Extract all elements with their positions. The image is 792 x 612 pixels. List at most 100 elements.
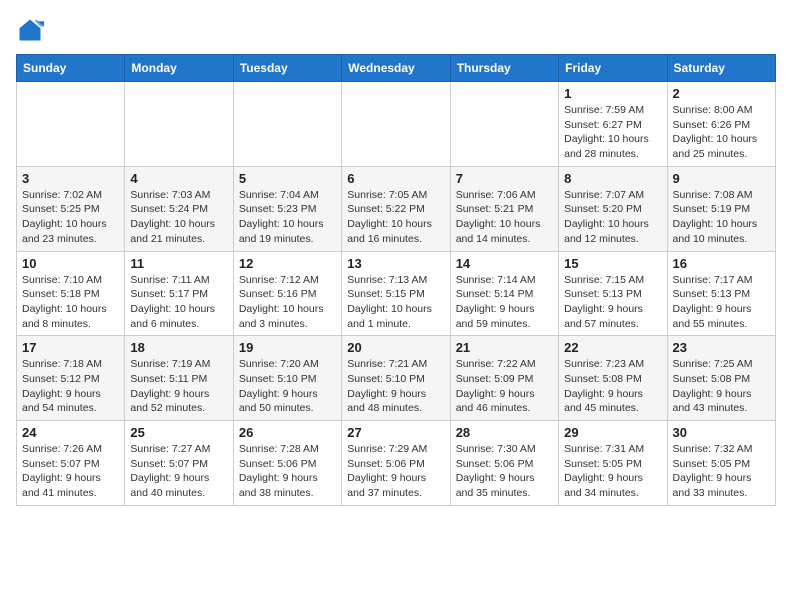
day-info: Sunrise: 7:15 AM Sunset: 5:13 PM Dayligh… xyxy=(564,273,661,332)
day-number: 27 xyxy=(347,425,444,440)
day-info: Sunrise: 7:17 AM Sunset: 5:13 PM Dayligh… xyxy=(673,273,770,332)
day-info: Sunrise: 7:59 AM Sunset: 6:27 PM Dayligh… xyxy=(564,103,661,162)
day-info: Sunrise: 7:30 AM Sunset: 5:06 PM Dayligh… xyxy=(456,442,553,501)
day-number: 19 xyxy=(239,340,336,355)
calendar-day-23: 23 Sunrise: 7:25 AM Sunset: 5:08 PM Dayli… xyxy=(667,336,775,421)
empty-day-cell xyxy=(17,82,125,167)
day-number: 25 xyxy=(130,425,227,440)
calendar-week-row: 24Sunrise: 7:26 AM Sunset: 5:07 PM Dayli… xyxy=(17,421,776,506)
day-info: Sunrise: 7:23 AM Sunset: 5:08 PM Dayligh… xyxy=(564,357,661,416)
day-number: 9 xyxy=(673,171,770,186)
day-info: Sunrise: 7:07 AM Sunset: 5:20 PM Dayligh… xyxy=(564,188,661,247)
empty-day-cell xyxy=(450,82,558,167)
weekday-header-saturday: Saturday xyxy=(667,55,775,82)
calendar-day-2: 2 Sunrise: 8:00 AM Sunset: 6:26 PM Daylig… xyxy=(667,82,775,167)
day-info: Sunrise: 7:20 AM Sunset: 5:10 PM Dayligh… xyxy=(239,357,336,416)
calendar-day-1: 1 Sunrise: 7:59 AM Sunset: 6:27 PM Daylig… xyxy=(559,82,667,167)
calendar-day-22: 22 Sunrise: 7:23 AM Sunset: 5:08 PM Dayli… xyxy=(559,336,667,421)
day-info: Sunrise: 7:02 AM Sunset: 5:25 PM Dayligh… xyxy=(22,188,119,247)
logo xyxy=(16,16,48,44)
day-number: 26 xyxy=(239,425,336,440)
day-info: Sunrise: 7:27 AM Sunset: 5:07 PM Dayligh… xyxy=(130,442,227,501)
day-number: 7 xyxy=(456,171,553,186)
day-number: 15 xyxy=(564,256,661,271)
day-number: 11 xyxy=(130,256,227,271)
calendar-day-15: 15 Sunrise: 7:15 AM Sunset: 5:13 PM Dayli… xyxy=(559,251,667,336)
calendar-day-28: 28 Sunrise: 7:30 AM Sunset: 5:06 PM Dayli… xyxy=(450,421,558,506)
logo-icon xyxy=(16,16,44,44)
calendar-day-6: 6 Sunrise: 7:05 AM Sunset: 5:22 PM Daylig… xyxy=(342,166,450,251)
calendar-day-16: 16 Sunrise: 7:17 AM Sunset: 5:13 PM Dayli… xyxy=(667,251,775,336)
day-info: Sunrise: 7:28 AM Sunset: 5:06 PM Dayligh… xyxy=(239,442,336,501)
calendar-day-7: 7 Sunrise: 7:06 AM Sunset: 5:21 PM Daylig… xyxy=(450,166,558,251)
day-info: Sunrise: 7:29 AM Sunset: 5:06 PM Dayligh… xyxy=(347,442,444,501)
calendar-day-30: 30 Sunrise: 7:32 AM Sunset: 5:05 PM Dayli… xyxy=(667,421,775,506)
day-info: Sunrise: 8:00 AM Sunset: 6:26 PM Dayligh… xyxy=(673,103,770,162)
day-info: Sunrise: 7:22 AM Sunset: 5:09 PM Dayligh… xyxy=(456,357,553,416)
day-number: 30 xyxy=(673,425,770,440)
day-info: Sunrise: 7:06 AM Sunset: 5:21 PM Dayligh… xyxy=(456,188,553,247)
day-info: Sunrise: 7:13 AM Sunset: 5:15 PM Dayligh… xyxy=(347,273,444,332)
calendar-day-5: 5Sunrise: 7:04 AM Sunset: 5:23 PM Daylig… xyxy=(233,166,341,251)
calendar-day-26: 26 Sunrise: 7:28 AM Sunset: 5:06 PM Dayli… xyxy=(233,421,341,506)
empty-day-cell xyxy=(233,82,341,167)
weekday-header-friday: Friday xyxy=(559,55,667,82)
day-info: Sunrise: 7:18 AM Sunset: 5:12 PM Dayligh… xyxy=(22,357,119,416)
calendar-day-18: 18Sunrise: 7:19 AM Sunset: 5:11 PM Dayli… xyxy=(125,336,233,421)
day-number: 12 xyxy=(239,256,336,271)
day-number: 28 xyxy=(456,425,553,440)
weekday-header-thursday: Thursday xyxy=(450,55,558,82)
empty-day-cell xyxy=(342,82,450,167)
calendar-day-24: 24Sunrise: 7:26 AM Sunset: 5:07 PM Dayli… xyxy=(17,421,125,506)
day-number: 21 xyxy=(456,340,553,355)
day-number: 6 xyxy=(347,171,444,186)
calendar-day-21: 21 Sunrise: 7:22 AM Sunset: 5:09 PM Dayli… xyxy=(450,336,558,421)
day-number: 5 xyxy=(239,171,336,186)
calendar-header-row: SundayMondayTuesdayWednesdayThursdayFrid… xyxy=(17,55,776,82)
day-number: 4 xyxy=(130,171,227,186)
day-number: 16 xyxy=(673,256,770,271)
calendar-day-3: 3Sunrise: 7:02 AM Sunset: 5:25 PM Daylig… xyxy=(17,166,125,251)
calendar-week-row: 3Sunrise: 7:02 AM Sunset: 5:25 PM Daylig… xyxy=(17,166,776,251)
calendar-day-12: 12 Sunrise: 7:12 AM Sunset: 5:16 PM Dayli… xyxy=(233,251,341,336)
day-info: Sunrise: 7:11 AM Sunset: 5:17 PM Dayligh… xyxy=(130,273,227,332)
calendar-day-19: 19 Sunrise: 7:20 AM Sunset: 5:10 PM Dayli… xyxy=(233,336,341,421)
calendar-day-11: 11 Sunrise: 7:11 AM Sunset: 5:17 PM Dayli… xyxy=(125,251,233,336)
day-info: Sunrise: 7:12 AM Sunset: 5:16 PM Dayligh… xyxy=(239,273,336,332)
weekday-header-wednesday: Wednesday xyxy=(342,55,450,82)
day-number: 29 xyxy=(564,425,661,440)
calendar-day-27: 27 Sunrise: 7:29 AM Sunset: 5:06 PM Dayli… xyxy=(342,421,450,506)
day-info: Sunrise: 7:31 AM Sunset: 5:05 PM Dayligh… xyxy=(564,442,661,501)
calendar-table: SundayMondayTuesdayWednesdayThursdayFrid… xyxy=(16,54,776,506)
day-number: 10 xyxy=(22,256,119,271)
calendar-day-13: 13 Sunrise: 7:13 AM Sunset: 5:15 PM Dayli… xyxy=(342,251,450,336)
day-number: 22 xyxy=(564,340,661,355)
calendar-day-20: 20 Sunrise: 7:21 AM Sunset: 5:10 PM Dayli… xyxy=(342,336,450,421)
empty-day-cell xyxy=(125,82,233,167)
day-number: 1 xyxy=(564,86,661,101)
day-info: Sunrise: 7:10 AM Sunset: 5:18 PM Dayligh… xyxy=(22,273,119,332)
day-info: Sunrise: 7:05 AM Sunset: 5:22 PM Dayligh… xyxy=(347,188,444,247)
day-number: 8 xyxy=(564,171,661,186)
day-info: Sunrise: 7:19 AM Sunset: 5:11 PM Dayligh… xyxy=(130,357,227,416)
day-number: 17 xyxy=(22,340,119,355)
day-number: 20 xyxy=(347,340,444,355)
day-number: 14 xyxy=(456,256,553,271)
day-info: Sunrise: 7:32 AM Sunset: 5:05 PM Dayligh… xyxy=(673,442,770,501)
day-info: Sunrise: 7:26 AM Sunset: 5:07 PM Dayligh… xyxy=(22,442,119,501)
weekday-header-tuesday: Tuesday xyxy=(233,55,341,82)
calendar-week-row: 17 Sunrise: 7:18 AM Sunset: 5:12 PM Dayli… xyxy=(17,336,776,421)
calendar-day-10: 10 Sunrise: 7:10 AM Sunset: 5:18 PM Dayli… xyxy=(17,251,125,336)
weekday-header-monday: Monday xyxy=(125,55,233,82)
weekday-header-sunday: Sunday xyxy=(17,55,125,82)
calendar-week-row: 10 Sunrise: 7:10 AM Sunset: 5:18 PM Dayli… xyxy=(17,251,776,336)
calendar-day-25: 25 Sunrise: 7:27 AM Sunset: 5:07 PM Dayli… xyxy=(125,421,233,506)
day-info: Sunrise: 7:25 AM Sunset: 5:08 PM Dayligh… xyxy=(673,357,770,416)
calendar-day-17: 17 Sunrise: 7:18 AM Sunset: 5:12 PM Dayli… xyxy=(17,336,125,421)
day-info: Sunrise: 7:21 AM Sunset: 5:10 PM Dayligh… xyxy=(347,357,444,416)
day-info: Sunrise: 7:14 AM Sunset: 5:14 PM Dayligh… xyxy=(456,273,553,332)
day-number: 23 xyxy=(673,340,770,355)
day-number: 13 xyxy=(347,256,444,271)
calendar-week-row: 1 Sunrise: 7:59 AM Sunset: 6:27 PM Daylig… xyxy=(17,82,776,167)
day-number: 2 xyxy=(673,86,770,101)
